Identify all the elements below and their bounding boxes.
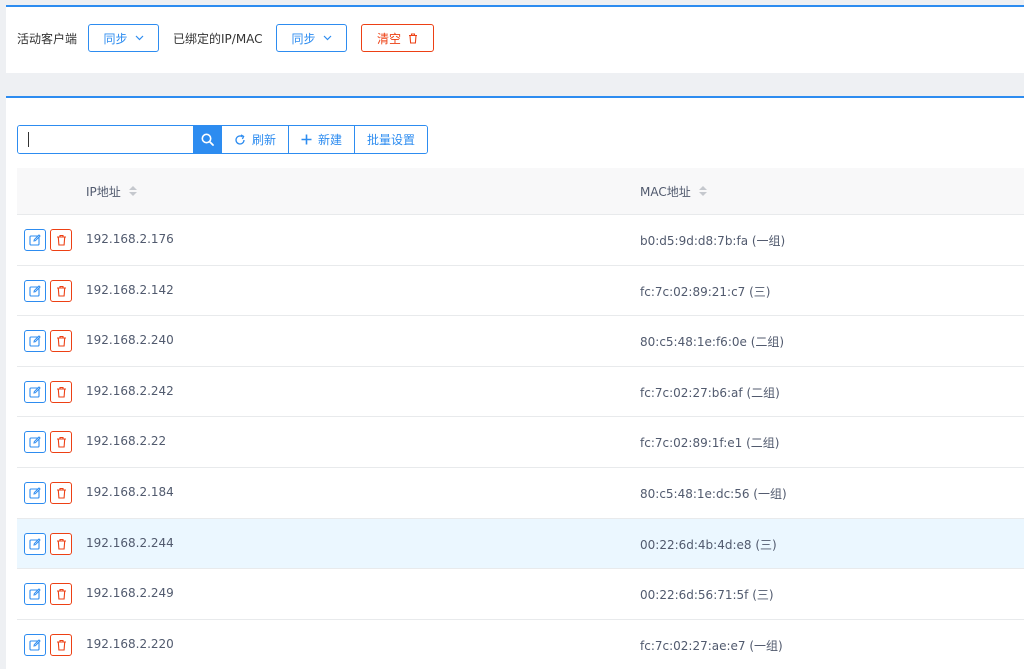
mac-cell: fc:7c:02:27:ae:e7 (一组): [640, 638, 783, 653]
delete-button[interactable]: [50, 279, 72, 302]
delete-button[interactable]: [50, 583, 72, 606]
ip-cell: 192.168.2.244: [86, 535, 174, 550]
active-clients-label: 活动客户端: [17, 32, 78, 46]
batch-settings-button[interactable]: 批量设置: [354, 126, 428, 153]
delete-button[interactable]: [50, 431, 72, 454]
bound-sync-dropdown[interactable]: 同步: [276, 24, 347, 52]
table-row[interactable]: 192.168.2.220 fc:7c:02:27:ae:e7 (一组): [17, 619, 1024, 669]
delete-button[interactable]: [50, 633, 72, 656]
trash-icon: [56, 588, 67, 600]
trash-icon: [56, 335, 67, 347]
edit-button[interactable]: [24, 380, 46, 403]
edit-icon: [29, 436, 41, 448]
binding-list-panel: 刷新 新建 批量设置 IP地址 MAC地址 192.168.2.176 b0:d5…: [6, 96, 1024, 669]
column-header-ip[interactable]: IP地址: [86, 183, 137, 200]
trash-icon: [408, 32, 418, 44]
mac-cell: fc:7c:02:89:21:c7 (三): [640, 284, 771, 299]
sync-panel: 活动客户端 同步 已绑定的IP/MAC 同步 清空: [6, 5, 1024, 73]
search-button[interactable]: [193, 126, 221, 153]
column-header-mac-label: MAC地址: [640, 184, 691, 199]
search-wrapper: [18, 126, 193, 153]
active-clients-sync-dropdown[interactable]: 同步: [88, 24, 159, 52]
ip-cell: 192.168.2.176: [86, 232, 174, 246]
ip-cell: 192.168.2.220: [86, 636, 174, 651]
delete-button[interactable]: [50, 380, 72, 403]
edit-icon: [29, 639, 41, 651]
delete-button[interactable]: [50, 229, 72, 251]
sort-icon[interactable]: [698, 186, 707, 196]
clear-button[interactable]: 清空: [361, 24, 434, 52]
delete-button[interactable]: [50, 330, 72, 353]
delete-button[interactable]: [50, 532, 72, 555]
new-button[interactable]: 新建: [288, 126, 355, 153]
column-header-ip-label: IP地址: [86, 184, 121, 199]
search-input[interactable]: [18, 126, 193, 153]
trash-icon: [56, 639, 67, 651]
trash-icon: [56, 285, 67, 297]
edit-button[interactable]: [24, 583, 46, 606]
edit-icon: [29, 234, 41, 246]
chevron-down-icon: [323, 35, 332, 41]
table-row[interactable]: 192.168.2.240 80:c5:48:1e:f6:0e (二组): [17, 316, 1024, 367]
clear-label: 清空: [376, 31, 401, 46]
edit-icon: [29, 537, 41, 550]
toolbar: 刷新 新建 批量设置: [17, 125, 429, 154]
column-header-mac[interactable]: MAC地址: [640, 183, 707, 200]
table-row[interactable]: 192.168.2.22 fc:7c:02:89:1f:e1 (二组): [17, 417, 1024, 468]
mac-cell: 80:c5:48:1e:dc:56 (一组): [640, 486, 787, 501]
refresh-button[interactable]: 刷新: [221, 126, 289, 153]
edit-button[interactable]: [24, 431, 46, 454]
edit-button[interactable]: [24, 229, 46, 251]
mac-cell: b0:d5:9d:d8:7b:fa (一组): [640, 234, 786, 248]
table-row[interactable]: 192.168.2.176 b0:d5:9d:d8:7b:fa (一组): [17, 215, 1024, 266]
mac-cell: 80:c5:48:1e:f6:0e (二组): [640, 335, 785, 350]
edit-button[interactable]: [24, 481, 46, 504]
mac-cell: fc:7c:02:89:1f:e1 (二组): [640, 436, 780, 451]
trash-icon: [56, 538, 67, 550]
refresh-label: 刷新: [252, 133, 277, 147]
edit-icon: [29, 335, 41, 347]
ip-mac-table: IP地址 MAC地址 192.168.2.176 b0:d5:9d:d8:7b:f…: [17, 168, 1024, 669]
edit-button[interactable]: [24, 633, 46, 656]
ip-cell: 192.168.2.242: [86, 383, 174, 398]
ip-cell: 192.168.2.22: [86, 434, 167, 449]
table-header: IP地址 MAC地址: [17, 168, 1024, 215]
ip-cell: 192.168.2.142: [86, 282, 174, 297]
search-icon: [201, 133, 214, 146]
ip-cell: 192.168.2.240: [86, 333, 174, 348]
new-label: 新建: [318, 133, 343, 147]
edit-icon: [29, 487, 41, 499]
edit-button[interactable]: [24, 330, 46, 353]
table-row[interactable]: 192.168.2.249 00:22:6d:56:71:5f (三): [17, 569, 1024, 620]
trash-icon: [56, 487, 67, 499]
refresh-icon: [234, 133, 252, 146]
table-row[interactable]: 192.168.2.242 fc:7c:02:27:b6:af (二组): [17, 366, 1024, 418]
trash-icon: [56, 234, 67, 246]
text-caret: [28, 132, 29, 147]
table-body: 192.168.2.176 b0:d5:9d:d8:7b:fa (一组) 192.1…: [17, 215, 1024, 669]
ip-cell: 192.168.2.184: [86, 484, 174, 499]
table-row[interactable]: 192.168.2.184 80:c5:48:1e:dc:56 (一组): [17, 467, 1024, 519]
edit-button[interactable]: [24, 532, 46, 555]
mac-cell: 00:22:6d:56:71:5f (三): [640, 588, 774, 603]
mac-cell: 00:22:6d:4b:4d:e8 (三): [640, 537, 777, 552]
batch-settings-label: 批量设置: [367, 133, 416, 147]
ip-cell: 192.168.2.249: [86, 586, 174, 601]
trash-icon: [56, 386, 67, 398]
bound-sync-label: 同步: [291, 31, 316, 46]
bound-ip-mac-label: 已绑定的IP/MAC: [173, 32, 263, 46]
edit-button[interactable]: [24, 279, 46, 302]
sort-icon[interactable]: [128, 186, 137, 196]
delete-button[interactable]: [50, 481, 72, 504]
mac-cell: fc:7c:02:27:b6:af (二组): [640, 385, 780, 400]
edit-icon: [29, 284, 41, 297]
trash-icon: [56, 436, 67, 448]
table-row[interactable]: 192.168.2.244 00:22:6d:4b:4d:e8 (三): [17, 518, 1024, 570]
active-sync-label: 同步: [103, 31, 128, 46]
plus-icon: [301, 134, 318, 145]
edit-icon: [29, 386, 41, 398]
edit-icon: [29, 588, 41, 600]
chevron-down-icon: [135, 35, 144, 41]
table-row[interactable]: 192.168.2.142 fc:7c:02:89:21:c7 (三): [17, 265, 1024, 317]
